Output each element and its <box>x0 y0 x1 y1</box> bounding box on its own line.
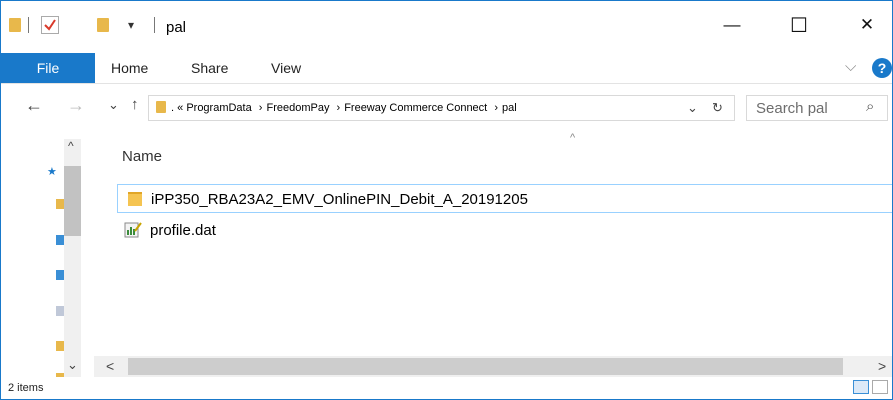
forward-button[interactable]: → <box>67 95 85 116</box>
qat-divider <box>28 17 29 33</box>
maximize-button[interactable]: ☐ <box>776 7 822 43</box>
scroll-down-arrow[interactable]: ⌄ <box>67 357 78 373</box>
list-item[interactable]: profile.dat <box>117 216 417 245</box>
window-title: pal <box>166 19 187 36</box>
address-dropdown-icon[interactable]: ⌄ <box>687 100 698 116</box>
scroll-up-arrow[interactable]: ^ <box>68 139 74 153</box>
nav-scroll-thumb[interactable] <box>64 166 81 236</box>
breadcrumb-separator[interactable]: › <box>494 102 498 114</box>
item-count: 2 items <box>8 382 44 394</box>
scroll-right-arrow[interactable]: > <box>878 358 886 374</box>
breadcrumb-programdata[interactable]: ProgramData <box>186 102 251 114</box>
breadcrumb-separator[interactable]: › <box>259 102 263 114</box>
ribbon: File Home Share View ⌵ ? <box>1 53 892 84</box>
column-header-name[interactable]: Name <box>122 148 162 165</box>
refresh-icon[interactable]: ↻ <box>712 100 723 116</box>
recent-locations-icon[interactable]: ⌄ <box>108 97 119 113</box>
folder-icon <box>156 101 166 113</box>
help-icon[interactable]: ? <box>872 58 892 78</box>
breadcrumb: . « ProgramData › FreedomPay › Freeway Com… <box>171 102 517 114</box>
minimize-button[interactable]: — <box>709 7 755 43</box>
file-name: profile.dat <box>150 222 216 239</box>
breadcrumb-freedompay[interactable]: FreedomPay <box>266 102 329 114</box>
breadcrumb-overflow[interactable]: « <box>177 102 186 114</box>
breadcrumb-separator[interactable]: › <box>337 102 341 114</box>
file-list <box>94 129 892 377</box>
search-box[interactable]: Search pal ⌕ <box>746 95 888 121</box>
qat-dropdown-icon[interactable]: ▾ <box>128 18 134 32</box>
search-icon[interactable]: ⌕ <box>866 98 874 115</box>
title-bar: ▾ pal — ☐ ✕ <box>1 1 892 53</box>
quick-access-star-icon[interactable]: ★ <box>47 165 57 178</box>
ribbon-expand-icon[interactable]: ⌵ <box>845 58 856 75</box>
folder-icon <box>128 192 142 206</box>
tab-share[interactable]: Share <box>191 60 228 76</box>
search-input[interactable]: Search pal <box>756 100 828 117</box>
close-button[interactable]: ✕ <box>844 7 890 43</box>
list-item[interactable]: iPP350_RBA23A2_EMV_OnlinePIN_Debit_A_201… <box>117 184 892 213</box>
new-folder-icon[interactable] <box>97 18 109 32</box>
tab-view[interactable]: View <box>271 60 301 76</box>
properties-icon[interactable] <box>41 16 59 34</box>
breadcrumb-pal[interactable]: pal <box>502 102 517 114</box>
title-divider <box>154 17 155 33</box>
file-name: iPP350_RBA23A2_EMV_OnlinePIN_Debit_A_201… <box>151 191 528 208</box>
large-icons-view-icon[interactable] <box>872 380 888 394</box>
sort-indicator-icon: ^ <box>570 132 576 144</box>
back-button[interactable]: ← <box>25 95 43 116</box>
breadcrumb-freeway-commerce-connect[interactable]: Freeway Commerce Connect <box>344 102 487 114</box>
tab-home[interactable]: Home <box>111 60 148 76</box>
address-bar[interactable]: . « ProgramData › FreedomPay › Freeway Com… <box>148 95 735 121</box>
horizontal-scroll-thumb[interactable] <box>128 358 843 375</box>
folder-icon <box>9 18 21 32</box>
details-view-icon[interactable] <box>853 380 869 394</box>
up-button[interactable]: ↑ <box>131 96 139 113</box>
file-tab[interactable]: File <box>1 53 95 83</box>
dat-file-icon <box>124 221 142 239</box>
horizontal-scrollbar[interactable]: < > <box>94 356 892 377</box>
status-bar: 2 items <box>1 377 892 399</box>
scroll-left-arrow[interactable]: < <box>106 358 114 374</box>
nav-vertical-scrollbar[interactable]: ^ ⌄ <box>64 139 81 377</box>
